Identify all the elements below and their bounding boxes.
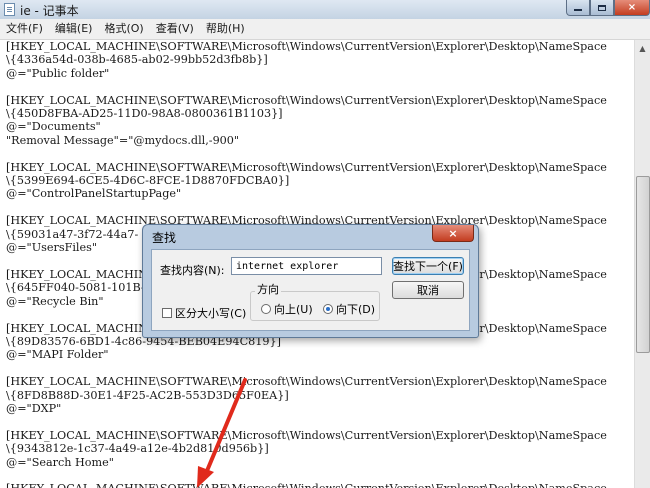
close-button[interactable]: × — [614, 0, 650, 16]
editor-line: "Removal Message"="@mydocs.dll,-900" — [6, 133, 240, 147]
editor-line: @="Search Home" — [6, 455, 114, 469]
checkbox-unchecked-icon — [162, 308, 172, 318]
maximize-button[interactable] — [590, 0, 614, 16]
find-what-label: 查找内容(N): — [160, 264, 225, 277]
menu-edit[interactable]: 编辑(E) — [49, 19, 99, 39]
editor-line: @="Recycle Bin" — [6, 294, 104, 308]
window-title: ie - 记事本 — [20, 4, 79, 18]
editor-line: \{59031a47-3f72-44a7- — [6, 227, 139, 241]
editor-line: @="UsersFiles" — [6, 241, 98, 255]
radio-unchecked-icon — [261, 304, 271, 314]
editor-line: \{9343812e-1c37-4a49-a12e-4b2d810d956b}] — [6, 442, 269, 456]
editor-line: [HKEY_LOCAL_MACHINE\SOFTWARE\Microsoft\W… — [6, 428, 607, 442]
maximize-icon — [598, 4, 606, 11]
direction-up-radio[interactable]: 向上(U) — [261, 301, 313, 317]
match-case-checkbox[interactable]: 区分大小写(C) — [162, 305, 246, 321]
direction-down-radio[interactable]: 向下(D) — [323, 301, 375, 317]
find-dialog: 查找 × 查找内容(N): 查找下一个(F) 取消 向上(U) 向下(D) 方向 — [142, 224, 479, 338]
editor-line: [HKEY_LOCAL_MACHINE\SOFTWARE\Microsoft\W… — [6, 375, 607, 389]
vertical-scrollbar[interactable]: ▲ — [634, 40, 650, 488]
direction-up-label: 向上(U) — [274, 303, 313, 316]
find-dialog-title: 查找 — [152, 231, 177, 245]
editor-line: \{645FF040-5081-101B- — [6, 281, 145, 295]
editor-line: \{5399E694-6CE5-4D6C-8FCE-1D8870FDCBA0}] — [6, 174, 290, 188]
radio-checked-icon — [323, 304, 333, 314]
scrollbar-thumb[interactable] — [636, 176, 650, 353]
notepad-icon — [4, 3, 15, 16]
match-case-label: 区分大小写(C) — [175, 307, 247, 320]
find-dialog-close-button[interactable]: × — [432, 225, 474, 242]
editor-line: @="Documents" — [6, 120, 101, 134]
editor-line: @="DXP" — [6, 401, 62, 415]
editor-line: \{4336a54d-038b-4685-ab02-99bb52d3fb8b}] — [6, 53, 268, 67]
editor-line: [HKEY_LOCAL_MACHINE\SOFTWARE\Microsoft\W… — [6, 40, 607, 53]
notepad-window: ie - 记事本 × 文件(F) 编辑(E) 格式(O) 查看(V) 帮助(H)… — [0, 0, 650, 488]
editor-line: @="MAPI Folder" — [6, 348, 109, 362]
direction-label: 方向 — [255, 281, 281, 297]
close-icon: × — [448, 226, 458, 240]
find-what-input[interactable] — [231, 257, 382, 275]
menu-bar: 文件(F) 编辑(E) 格式(O) 查看(V) 帮助(H) — [0, 19, 650, 40]
scroll-up-icon[interactable]: ▲ — [635, 40, 650, 56]
editor-line: \{450D8FBA-AD25-11D0-98A8-0800361B1103}] — [6, 107, 283, 121]
menu-view[interactable]: 查看(V) — [150, 19, 200, 39]
close-icon: × — [627, 2, 637, 13]
direction-down-label: 向下(D) — [336, 303, 376, 316]
find-dialog-body: 查找内容(N): 查找下一个(F) 取消 向上(U) 向下(D) 方向 区分大小… — [151, 249, 470, 331]
cancel-button[interactable]: 取消 — [392, 281, 464, 299]
editor-line: \{8FD8B88D-30E1-4F25-AC2B-553D3D65F0EA}] — [6, 388, 289, 402]
title-bar[interactable]: ie - 记事本 × — [0, 0, 650, 19]
minimize-icon — [574, 9, 582, 11]
minimize-button[interactable] — [566, 0, 590, 16]
find-next-button[interactable]: 查找下一个(F) — [392, 257, 464, 275]
menu-help[interactable]: 帮助(H) — [200, 19, 251, 39]
menu-file[interactable]: 文件(F) — [0, 19, 49, 39]
editor-line: @="ControlPanelStartupPage" — [6, 187, 182, 201]
editor-line: [HKEY_LOCAL_MACHINE\SOFTWARE\Microsoft\W… — [6, 482, 607, 488]
editor-line: [HKEY_LOCAL_MACHINE\SOFTWARE\Microsoft\W… — [6, 160, 607, 174]
editor-line: @="Public folder" — [6, 66, 110, 80]
menu-format[interactable]: 格式(O) — [98, 19, 149, 39]
editor-line: [HKEY_LOCAL_MACHINE\SOFTWARE\Microsoft\W… — [6, 93, 607, 107]
